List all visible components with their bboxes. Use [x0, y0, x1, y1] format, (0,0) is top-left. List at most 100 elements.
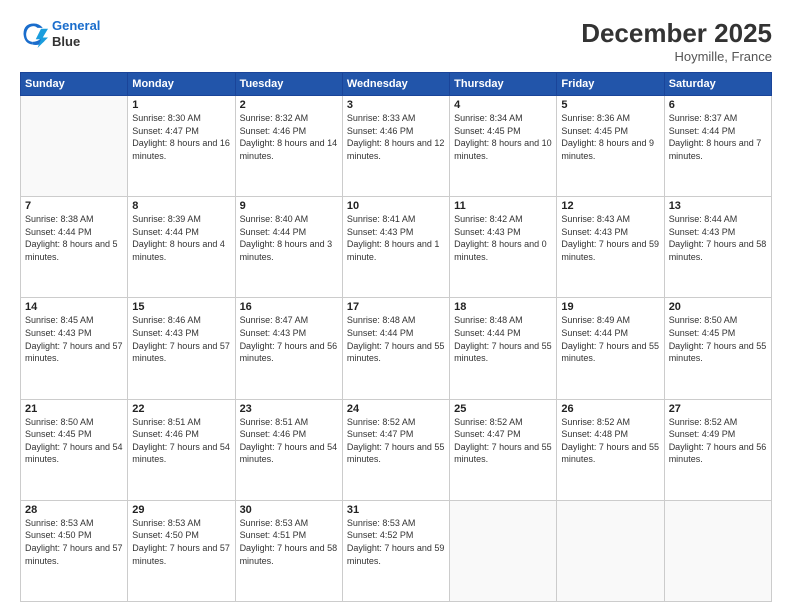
day-number: 21	[25, 403, 123, 415]
logo-icon	[20, 20, 48, 48]
day-info: Sunrise: 8:53 AM Sunset: 4:51 PM Dayligh…	[240, 517, 338, 567]
header-friday: Friday	[557, 73, 664, 96]
calendar-week-0: 1Sunrise: 8:30 AM Sunset: 4:47 PM Daylig…	[21, 96, 772, 197]
calendar-cell: 7Sunrise: 8:38 AM Sunset: 4:44 PM Daylig…	[21, 197, 128, 298]
calendar-cell: 25Sunrise: 8:52 AM Sunset: 4:47 PM Dayli…	[450, 399, 557, 500]
header-saturday: Saturday	[664, 73, 771, 96]
calendar-cell: 23Sunrise: 8:51 AM Sunset: 4:46 PM Dayli…	[235, 399, 342, 500]
day-number: 25	[454, 403, 552, 415]
calendar-cell: 9Sunrise: 8:40 AM Sunset: 4:44 PM Daylig…	[235, 197, 342, 298]
calendar-cell: 13Sunrise: 8:44 AM Sunset: 4:43 PM Dayli…	[664, 197, 771, 298]
day-number: 27	[669, 403, 767, 415]
day-info: Sunrise: 8:42 AM Sunset: 4:43 PM Dayligh…	[454, 213, 552, 263]
calendar-cell: 14Sunrise: 8:45 AM Sunset: 4:43 PM Dayli…	[21, 298, 128, 399]
calendar-cell: 21Sunrise: 8:50 AM Sunset: 4:45 PM Dayli…	[21, 399, 128, 500]
day-number: 18	[454, 301, 552, 313]
calendar-week-3: 21Sunrise: 8:50 AM Sunset: 4:45 PM Dayli…	[21, 399, 772, 500]
day-number: 2	[240, 99, 338, 111]
calendar-cell: 18Sunrise: 8:48 AM Sunset: 4:44 PM Dayli…	[450, 298, 557, 399]
calendar-cell: 10Sunrise: 8:41 AM Sunset: 4:43 PM Dayli…	[342, 197, 449, 298]
calendar-cell: 26Sunrise: 8:52 AM Sunset: 4:48 PM Dayli…	[557, 399, 664, 500]
day-info: Sunrise: 8:51 AM Sunset: 4:46 PM Dayligh…	[240, 416, 338, 466]
calendar-table: Sunday Monday Tuesday Wednesday Thursday…	[20, 72, 772, 602]
day-number: 10	[347, 200, 445, 212]
calendar-cell	[664, 500, 771, 601]
day-number: 24	[347, 403, 445, 415]
logo-line2: Blue	[52, 34, 100, 50]
location: Hoymille, France	[581, 49, 772, 64]
day-info: Sunrise: 8:32 AM Sunset: 4:46 PM Dayligh…	[240, 112, 338, 162]
day-number: 17	[347, 301, 445, 313]
calendar-cell: 27Sunrise: 8:52 AM Sunset: 4:49 PM Dayli…	[664, 399, 771, 500]
day-number: 6	[669, 99, 767, 111]
calendar-week-1: 7Sunrise: 8:38 AM Sunset: 4:44 PM Daylig…	[21, 197, 772, 298]
month-title: December 2025	[581, 18, 772, 49]
calendar-cell: 15Sunrise: 8:46 AM Sunset: 4:43 PM Dayli…	[128, 298, 235, 399]
calendar-cell: 22Sunrise: 8:51 AM Sunset: 4:46 PM Dayli…	[128, 399, 235, 500]
calendar-cell: 3Sunrise: 8:33 AM Sunset: 4:46 PM Daylig…	[342, 96, 449, 197]
calendar-week-2: 14Sunrise: 8:45 AM Sunset: 4:43 PM Dayli…	[21, 298, 772, 399]
calendar-cell: 4Sunrise: 8:34 AM Sunset: 4:45 PM Daylig…	[450, 96, 557, 197]
day-number: 20	[669, 301, 767, 313]
day-info: Sunrise: 8:36 AM Sunset: 4:45 PM Dayligh…	[561, 112, 659, 162]
header-sunday: Sunday	[21, 73, 128, 96]
logo-line1: General	[52, 18, 100, 33]
day-info: Sunrise: 8:38 AM Sunset: 4:44 PM Dayligh…	[25, 213, 123, 263]
calendar-cell: 1Sunrise: 8:30 AM Sunset: 4:47 PM Daylig…	[128, 96, 235, 197]
day-number: 14	[25, 301, 123, 313]
day-info: Sunrise: 8:44 AM Sunset: 4:43 PM Dayligh…	[669, 213, 767, 263]
page: General Blue December 2025 Hoymille, Fra…	[0, 0, 792, 612]
day-number: 11	[454, 200, 552, 212]
calendar-cell: 6Sunrise: 8:37 AM Sunset: 4:44 PM Daylig…	[664, 96, 771, 197]
calendar-cell: 5Sunrise: 8:36 AM Sunset: 4:45 PM Daylig…	[557, 96, 664, 197]
day-info: Sunrise: 8:53 AM Sunset: 4:50 PM Dayligh…	[25, 517, 123, 567]
calendar-cell: 12Sunrise: 8:43 AM Sunset: 4:43 PM Dayli…	[557, 197, 664, 298]
day-info: Sunrise: 8:47 AM Sunset: 4:43 PM Dayligh…	[240, 314, 338, 364]
header-wednesday: Wednesday	[342, 73, 449, 96]
calendar-cell: 28Sunrise: 8:53 AM Sunset: 4:50 PM Dayli…	[21, 500, 128, 601]
calendar-cell: 31Sunrise: 8:53 AM Sunset: 4:52 PM Dayli…	[342, 500, 449, 601]
day-number: 22	[132, 403, 230, 415]
day-number: 3	[347, 99, 445, 111]
day-info: Sunrise: 8:43 AM Sunset: 4:43 PM Dayligh…	[561, 213, 659, 263]
day-number: 31	[347, 504, 445, 516]
day-info: Sunrise: 8:48 AM Sunset: 4:44 PM Dayligh…	[454, 314, 552, 364]
day-number: 13	[669, 200, 767, 212]
day-number: 5	[561, 99, 659, 111]
calendar-cell: 19Sunrise: 8:49 AM Sunset: 4:44 PM Dayli…	[557, 298, 664, 399]
header: General Blue December 2025 Hoymille, Fra…	[20, 18, 772, 64]
day-info: Sunrise: 8:52 AM Sunset: 4:47 PM Dayligh…	[454, 416, 552, 466]
calendar-cell: 29Sunrise: 8:53 AM Sunset: 4:50 PM Dayli…	[128, 500, 235, 601]
day-info: Sunrise: 8:30 AM Sunset: 4:47 PM Dayligh…	[132, 112, 230, 162]
day-info: Sunrise: 8:52 AM Sunset: 4:49 PM Dayligh…	[669, 416, 767, 466]
day-info: Sunrise: 8:46 AM Sunset: 4:43 PM Dayligh…	[132, 314, 230, 364]
calendar-cell: 16Sunrise: 8:47 AM Sunset: 4:43 PM Dayli…	[235, 298, 342, 399]
day-info: Sunrise: 8:51 AM Sunset: 4:46 PM Dayligh…	[132, 416, 230, 466]
day-number: 1	[132, 99, 230, 111]
day-number: 9	[240, 200, 338, 212]
day-info: Sunrise: 8:50 AM Sunset: 4:45 PM Dayligh…	[25, 416, 123, 466]
day-info: Sunrise: 8:41 AM Sunset: 4:43 PM Dayligh…	[347, 213, 445, 263]
day-info: Sunrise: 8:45 AM Sunset: 4:43 PM Dayligh…	[25, 314, 123, 364]
logo: General Blue	[20, 18, 100, 49]
header-thursday: Thursday	[450, 73, 557, 96]
day-info: Sunrise: 8:39 AM Sunset: 4:44 PM Dayligh…	[132, 213, 230, 263]
day-info: Sunrise: 8:34 AM Sunset: 4:45 PM Dayligh…	[454, 112, 552, 162]
day-info: Sunrise: 8:50 AM Sunset: 4:45 PM Dayligh…	[669, 314, 767, 364]
calendar-cell: 30Sunrise: 8:53 AM Sunset: 4:51 PM Dayli…	[235, 500, 342, 601]
calendar-cell	[21, 96, 128, 197]
calendar-cell: 2Sunrise: 8:32 AM Sunset: 4:46 PM Daylig…	[235, 96, 342, 197]
logo-text: General Blue	[52, 18, 100, 49]
calendar-body: 1Sunrise: 8:30 AM Sunset: 4:47 PM Daylig…	[21, 96, 772, 602]
day-info: Sunrise: 8:40 AM Sunset: 4:44 PM Dayligh…	[240, 213, 338, 263]
header-monday: Monday	[128, 73, 235, 96]
day-info: Sunrise: 8:48 AM Sunset: 4:44 PM Dayligh…	[347, 314, 445, 364]
day-info: Sunrise: 8:49 AM Sunset: 4:44 PM Dayligh…	[561, 314, 659, 364]
calendar-cell	[557, 500, 664, 601]
day-info: Sunrise: 8:37 AM Sunset: 4:44 PM Dayligh…	[669, 112, 767, 162]
calendar-cell: 11Sunrise: 8:42 AM Sunset: 4:43 PM Dayli…	[450, 197, 557, 298]
day-info: Sunrise: 8:52 AM Sunset: 4:47 PM Dayligh…	[347, 416, 445, 466]
calendar-header: Sunday Monday Tuesday Wednesday Thursday…	[21, 73, 772, 96]
calendar-cell: 20Sunrise: 8:50 AM Sunset: 4:45 PM Dayli…	[664, 298, 771, 399]
day-info: Sunrise: 8:52 AM Sunset: 4:48 PM Dayligh…	[561, 416, 659, 466]
